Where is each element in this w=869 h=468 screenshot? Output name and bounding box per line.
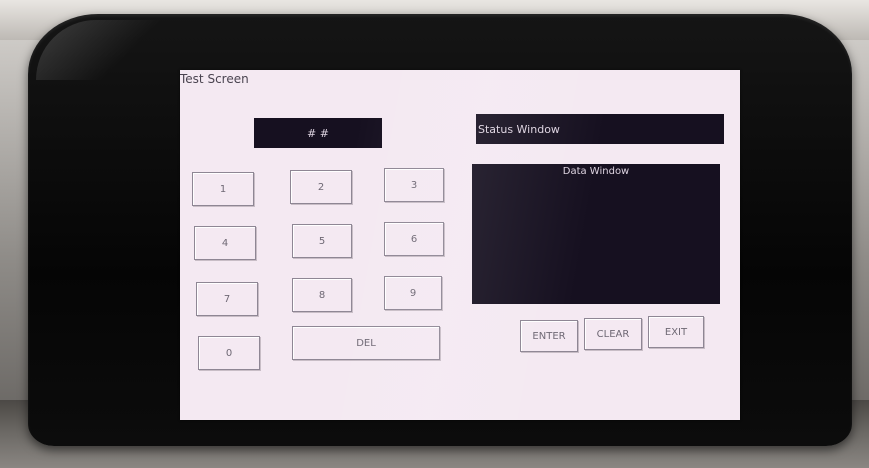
key-3-button[interactable]: 3 <box>384 168 444 202</box>
test-screen: Test Screen # # Status Window Data Windo… <box>180 70 740 420</box>
code-display: # # <box>254 118 382 148</box>
key-1-button[interactable]: 1 <box>192 172 254 206</box>
key-6-button[interactable]: 6 <box>384 222 444 256</box>
delete-button[interactable]: DEL <box>292 326 440 360</box>
enter-button[interactable]: ENTER <box>520 320 578 352</box>
key-0-button[interactable]: 0 <box>198 336 260 370</box>
key-8-button[interactable]: 8 <box>292 278 352 312</box>
key-5-button[interactable]: 5 <box>292 224 352 258</box>
key-2-button[interactable]: 2 <box>290 170 352 204</box>
key-7-button[interactable]: 7 <box>196 282 258 316</box>
data-window: Data Window <box>472 164 720 304</box>
clear-button[interactable]: CLEAR <box>584 318 642 350</box>
status-window: Status Window <box>476 114 724 144</box>
data-window-label: Data Window <box>562 166 630 177</box>
key-9-button[interactable]: 9 <box>384 276 442 310</box>
screen-title: Test Screen <box>180 72 249 86</box>
key-4-button[interactable]: 4 <box>194 226 256 260</box>
exit-button[interactable]: EXIT <box>648 316 704 348</box>
